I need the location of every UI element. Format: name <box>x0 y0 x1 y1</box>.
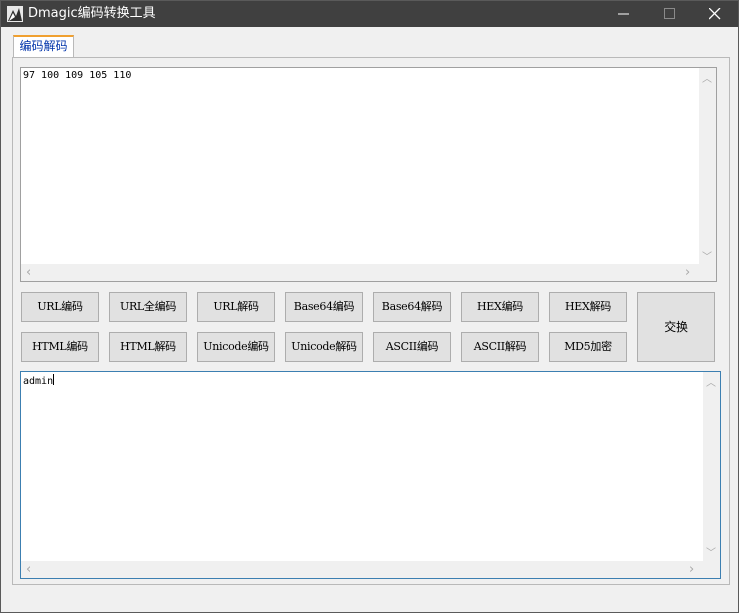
output-vertical-scrollbar[interactable]: ︿ ﹀ <box>703 372 720 561</box>
ascii-decode-button[interactable]: ASCII解码 <box>461 332 539 362</box>
close-button[interactable] <box>692 1 738 27</box>
base64-encode-button[interactable]: Base64编码 <box>285 292 363 322</box>
md5-encrypt-button[interactable]: MD5加密 <box>549 332 627 362</box>
title-bar[interactable]: Dmagic编码转换工具 <box>1 1 738 27</box>
scroll-left-icon[interactable]: ‹ <box>26 265 31 280</box>
input-vertical-scrollbar[interactable]: ︿ ﹀ <box>699 68 716 264</box>
text-caret <box>53 374 55 385</box>
scroll-up-icon[interactable]: ︿ <box>702 70 712 85</box>
base64-decode-button[interactable]: Base64解码 <box>373 292 451 322</box>
swap-button[interactable]: 交换 <box>637 292 715 362</box>
scroll-down-icon[interactable]: ﹀ <box>702 248 712 263</box>
maximize-button[interactable] <box>647 1 693 27</box>
url-decode-button[interactable]: URL解码 <box>197 292 275 322</box>
scroll-down-icon[interactable]: ﹀ <box>706 544 716 559</box>
input-text: 97 100 109 105 110 <box>23 70 132 81</box>
maximize-icon <box>664 8 675 19</box>
output-text: admin <box>23 376 54 387</box>
ascii-encode-button[interactable]: ASCII编码 <box>373 332 451 362</box>
output-horizontal-scrollbar[interactable]: ‹ › <box>21 561 703 578</box>
input-textarea[interactable]: 97 100 109 105 110 ︿ ﹀ ‹ › <box>20 67 717 282</box>
input-horizontal-scrollbar[interactable]: ‹ › <box>21 264 699 281</box>
scroll-up-icon[interactable]: ︿ <box>706 374 716 389</box>
scroll-corner <box>703 561 720 578</box>
scroll-corner <box>699 264 716 281</box>
tab-encode-decode[interactable]: 编码解码 <box>13 35 74 57</box>
app-window: Dmagic编码转换工具 编码解码 97 100 109 105 110 ︿ ﹀… <box>0 0 739 613</box>
minimize-icon <box>618 13 629 15</box>
close-icon <box>709 8 721 20</box>
url-encode-button[interactable]: URL编码 <box>21 292 99 322</box>
scroll-right-icon[interactable]: › <box>685 265 690 280</box>
html-encode-button[interactable]: HTML编码 <box>21 332 99 362</box>
unicode-encode-button[interactable]: Unicode编码 <box>197 332 275 362</box>
unicode-decode-button[interactable]: Unicode解码 <box>285 332 363 362</box>
hex-decode-button[interactable]: HEX解码 <box>549 292 627 322</box>
scroll-right-icon[interactable]: › <box>689 562 694 577</box>
app-icon <box>7 6 23 22</box>
scroll-left-icon[interactable]: ‹ <box>26 562 31 577</box>
window-title: Dmagic编码转换工具 <box>28 6 156 21</box>
url-full-encode-button[interactable]: URL全编码 <box>109 292 187 322</box>
output-text-line: admin <box>23 374 55 387</box>
html-decode-button[interactable]: HTML解码 <box>109 332 187 362</box>
output-textarea[interactable]: admin ︿ ﹀ ‹ › <box>20 371 721 579</box>
minimize-button[interactable] <box>601 1 647 27</box>
hex-encode-button[interactable]: HEX编码 <box>461 292 539 322</box>
